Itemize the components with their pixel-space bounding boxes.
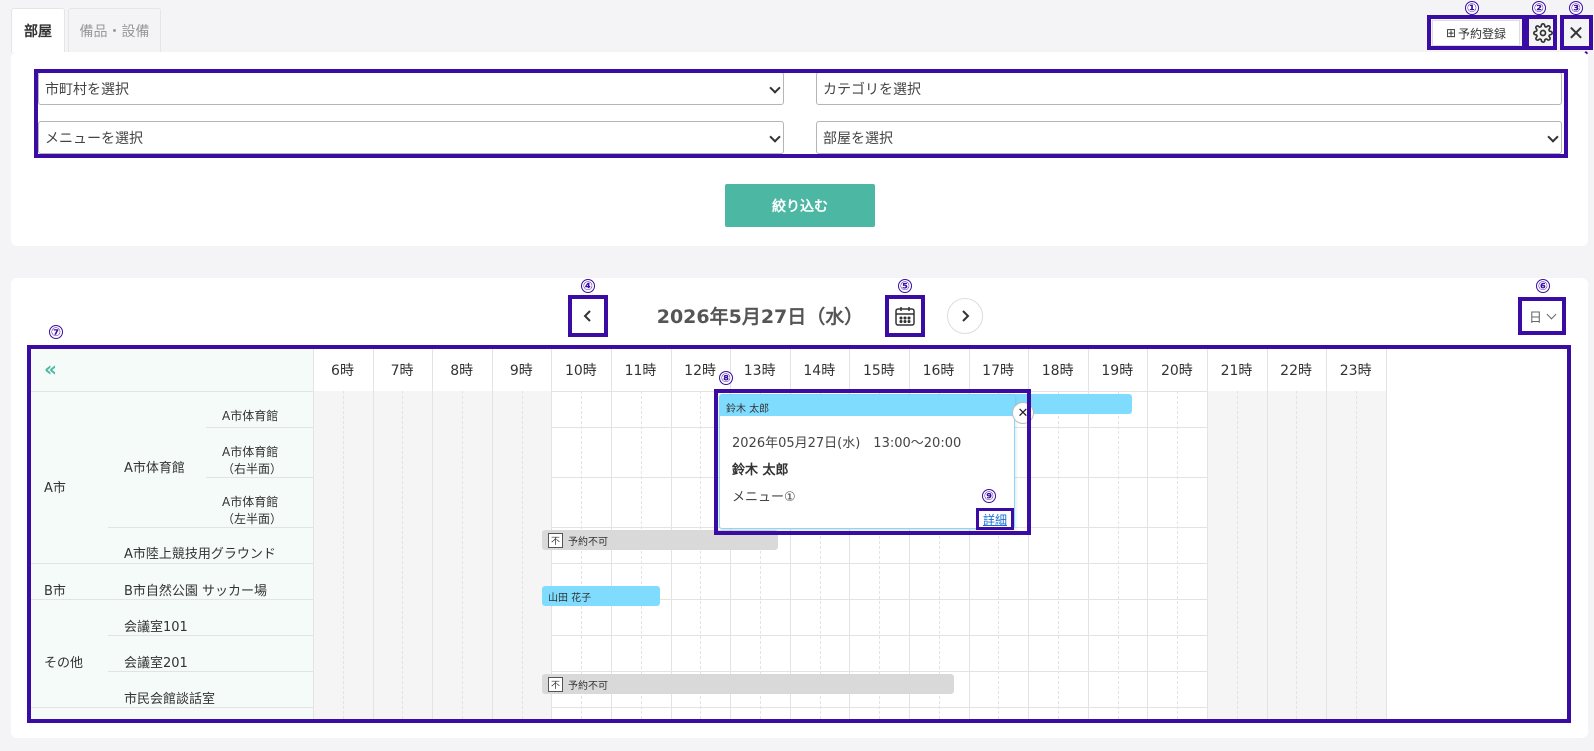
chevron-down-icon xyxy=(1546,309,1557,320)
highlight-1 xyxy=(1427,15,1526,50)
view-select[interactable]: 日 xyxy=(1518,297,1566,335)
filter-submit-button[interactable]: 絞り込む xyxy=(725,184,875,227)
next-day-button[interactable] xyxy=(947,298,983,334)
annotation-6: ⑥ xyxy=(1536,279,1550,293)
annotation-7: ⑦ xyxy=(49,325,63,339)
chevron-right-icon xyxy=(962,310,970,322)
highlight-2 xyxy=(1525,15,1557,50)
annotation-4: ④ xyxy=(581,279,595,293)
annotation-5: ⑤ xyxy=(898,279,912,293)
tab-equipment[interactable]: 備品・設備 xyxy=(68,8,161,52)
calendar-date-title: 2026年5月27日（水） xyxy=(656,306,864,328)
annotation-2: ② xyxy=(1532,1,1546,15)
view-select-value: 日 xyxy=(1529,310,1543,326)
prev-day-button[interactable] xyxy=(568,295,608,337)
scheduler-highlight xyxy=(27,345,1571,723)
calendar-icon xyxy=(895,307,915,326)
chevron-left-icon xyxy=(583,310,591,322)
annotation-1: ① xyxy=(1465,1,1479,15)
annotation-3: ③ xyxy=(1569,1,1583,15)
highlight-3 xyxy=(1560,15,1593,50)
filter-highlight xyxy=(34,69,1568,158)
date-picker-button[interactable] xyxy=(885,295,925,337)
tab-rooms[interactable]: 部屋 xyxy=(11,8,65,52)
